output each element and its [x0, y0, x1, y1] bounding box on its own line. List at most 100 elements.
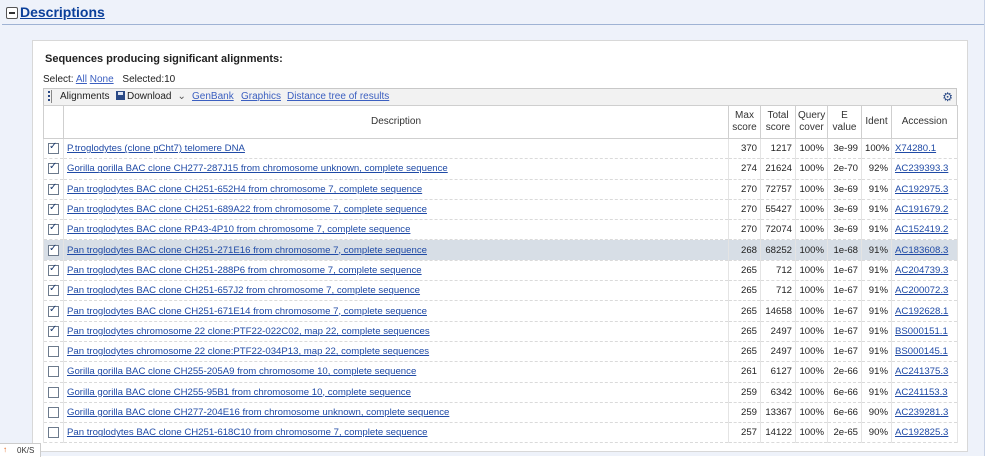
row-description-link[interactable]: Pan troglodytes BAC clone CH251-657J2 fr… [67, 285, 420, 296]
row-accession-link[interactable]: X74280.1 [895, 143, 936, 154]
row-description-link[interactable]: Pan troglodytes BAC clone CH251-689A22 f… [67, 204, 427, 215]
select-all-link[interactable]: All [76, 74, 87, 85]
distance-tree-link[interactable]: Distance tree of results [287, 91, 389, 102]
row-max-score: 259 [728, 382, 761, 403]
header-max-score[interactable]: Max score [728, 105, 761, 139]
row-description-link[interactable]: Gorilla gorilla BAC clone CH255-95B1 fro… [67, 387, 411, 398]
row-checkbox[interactable] [48, 427, 59, 439]
row-max-score: 270 [728, 219, 761, 241]
select-controls: Select: All None Selected:10 [43, 74, 175, 85]
row-accession-link[interactable]: BS000151.1 [895, 326, 948, 337]
row-total-score: 72074 [760, 219, 796, 241]
row-accession-link[interactable]: AC191679.2 [895, 204, 948, 215]
row-e-value: 1e-67 [827, 341, 862, 363]
row-accession-link[interactable]: AC241153.3 [895, 387, 948, 398]
row-ident: 91% [861, 361, 892, 383]
row-total-score: 14122 [760, 422, 796, 444]
row-e-value: 1e-68 [827, 239, 862, 261]
header-ident[interactable]: Ident [861, 105, 892, 139]
row-checkbox[interactable] [48, 182, 59, 195]
row-description-link[interactable]: Pan troglodytes BAC clone CH251-671E14 f… [67, 306, 427, 317]
row-description-link[interactable]: Pan troglodytes chromosome 22 clone:PTF2… [67, 326, 430, 337]
row-description-link[interactable]: Gorilla gorilla BAC clone CH277-287J15 f… [67, 163, 448, 174]
row-checkbox[interactable] [48, 304, 59, 317]
row-max-score: 265 [728, 341, 761, 363]
header-e-value[interactable]: E value [827, 105, 862, 139]
row-accession-link[interactable]: AC152419.2 [895, 224, 948, 235]
row-ident: 91% [861, 321, 892, 342]
row-ident: 91% [861, 382, 892, 403]
header-description[interactable]: Description [63, 105, 729, 139]
section-title[interactable]: Descriptions [20, 4, 105, 20]
row-total-score: 712 [760, 260, 796, 282]
table-row: Pan troglodytes chromosome 22 clone:PTF2… [43, 341, 958, 363]
status-bar: ↑ 0K/S [0, 443, 41, 457]
row-accession-link[interactable]: AC200072.3 [895, 285, 948, 296]
row-description-link[interactable]: Pan troglodytes chromosome 22 clone:PTF2… [67, 346, 429, 357]
upload-arrow-icon: ↑ [3, 445, 7, 454]
row-checkbox[interactable] [48, 406, 59, 418]
row-description-link[interactable]: Pan troglodytes BAC clone CH251-618C10 f… [67, 427, 428, 438]
row-description-link[interactable]: Gorilla gorilla BAC clone CH277-204E16 f… [67, 407, 449, 418]
row-accession-link[interactable]: AC192825.3 [895, 427, 948, 438]
row-accession-link[interactable]: AC239281.3 [895, 407, 948, 418]
row-query-cover: 100% [795, 300, 828, 322]
row-description-link[interactable]: Pan troglodytes BAC clone CH251-271E16 f… [67, 245, 427, 256]
table-row: Pan troglodytes BAC clone CH251-689A22 f… [43, 199, 958, 221]
row-checkbox[interactable] [48, 386, 59, 398]
table-row: Pan troglodytes BAC clone CH251-618C10 f… [43, 422, 958, 444]
row-accession-link[interactable]: AC192628.1 [895, 306, 948, 317]
select-label: Select: [43, 74, 74, 85]
row-accession-link[interactable]: AC192975.3 [895, 184, 948, 195]
row-e-value: 3e-69 [827, 199, 862, 221]
row-max-score: 268 [728, 239, 761, 261]
row-checkbox[interactable] [48, 222, 59, 236]
genbank-link[interactable]: GenBank [192, 91, 234, 102]
row-description-link[interactable]: P.troglodytes (clone pCht7) telomere DNA [67, 143, 245, 154]
section-header: Descriptions [2, 2, 984, 25]
row-checkbox[interactable] [48, 263, 59, 276]
header-accession[interactable]: Accession [891, 105, 958, 139]
alignments-button[interactable]: Alignments [60, 91, 109, 102]
row-query-cover: 100% [795, 260, 828, 282]
row-e-value: 2e-70 [827, 158, 862, 180]
header-query-cover[interactable]: Query cover [795, 105, 828, 139]
row-total-score: 21624 [760, 158, 796, 180]
graphics-link[interactable]: Graphics [241, 91, 281, 102]
row-e-value: 1e-67 [827, 321, 862, 342]
row-checkbox[interactable] [48, 202, 59, 216]
gear-icon[interactable]: ⚙ [942, 90, 953, 104]
row-e-value: 1e-67 [827, 260, 862, 282]
row-checkbox[interactable] [48, 283, 59, 297]
row-accession-link[interactable]: AC241375.3 [895, 366, 948, 377]
descriptions-section: Descriptions Sequences producing signifi… [0, 0, 985, 456]
row-description-link[interactable]: Pan troglodytes BAC clone CH251-288P6 fr… [67, 265, 422, 276]
transfer-speed: 0K/S [17, 446, 35, 455]
row-accession-link[interactable]: AC204739.3 [895, 265, 948, 276]
select-none-link[interactable]: None [90, 74, 114, 85]
row-checkbox[interactable] [48, 366, 59, 378]
row-description-link[interactable]: Gorilla gorilla BAC clone CH255-205A9 fr… [67, 366, 416, 377]
header-total-score[interactable]: Total score [760, 105, 796, 139]
download-button[interactable]: Download ⌄ [116, 91, 186, 102]
row-accession-link[interactable]: BS000145.1 [895, 346, 948, 357]
row-ident: 91% [861, 179, 892, 200]
row-accession-link[interactable]: AC183608.3 [895, 245, 948, 256]
row-query-cover: 100% [795, 179, 828, 200]
row-checkbox[interactable] [48, 161, 59, 175]
row-query-cover: 100% [795, 402, 828, 424]
row-checkbox[interactable] [48, 243, 59, 256]
row-description-link[interactable]: Pan troglodytes BAC clone RP43-4P10 from… [67, 224, 410, 235]
collapse-icon[interactable] [6, 7, 18, 19]
row-e-value: 2e-66 [827, 361, 862, 383]
row-max-score: 259 [728, 402, 761, 424]
row-checkbox[interactable] [48, 346, 59, 358]
row-description-link[interactable]: Pan troglodytes BAC clone CH251-652H4 fr… [67, 184, 422, 195]
row-max-score: 270 [728, 199, 761, 221]
row-e-value: 6e-66 [827, 402, 862, 424]
row-checkbox[interactable] [48, 141, 59, 155]
row-accession-link[interactable]: AC239393.3 [895, 163, 948, 174]
table-header-row: Description Max score Total score Query … [43, 105, 958, 139]
row-checkbox[interactable] [48, 324, 59, 337]
row-query-cover: 100% [795, 422, 828, 444]
